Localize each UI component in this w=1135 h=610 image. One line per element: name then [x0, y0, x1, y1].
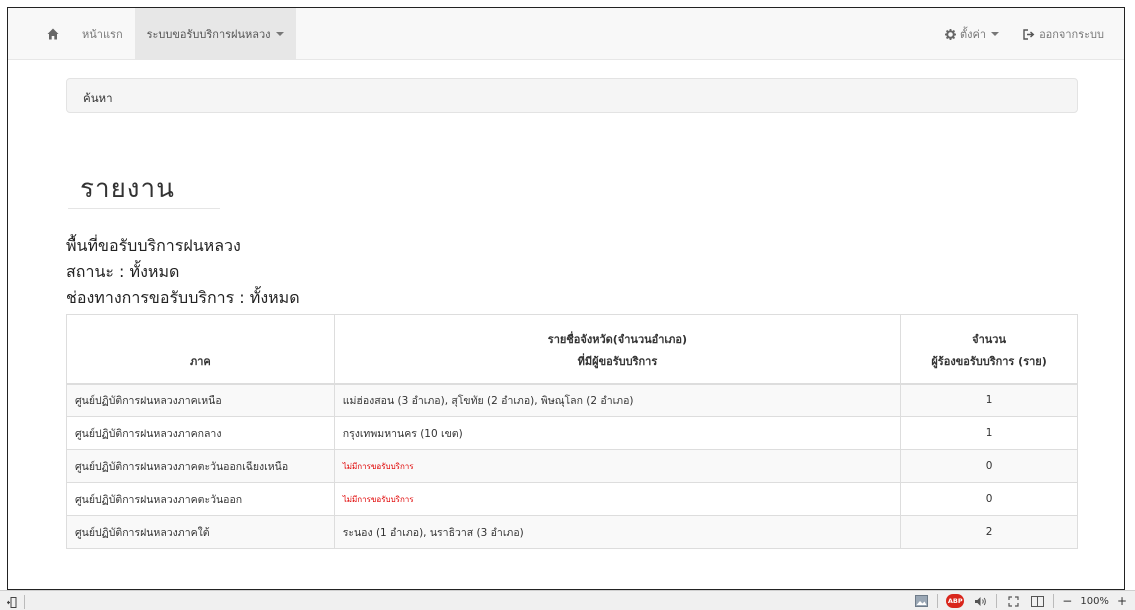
status-separator — [996, 594, 998, 608]
report-table: ภาค รายชื่อจังหวัด(จำนวนอำเภอ) ที่มีผู้ข… — [66, 314, 1078, 549]
adblock-icon[interactable]: ABP — [946, 594, 965, 608]
zoom-out-button[interactable]: − — [1062, 594, 1072, 608]
header-region: ภาค — [66, 314, 335, 385]
title-divider — [68, 208, 220, 209]
zoom-level[interactable]: 100% — [1080, 596, 1109, 607]
fullscreen-icon[interactable] — [1005, 593, 1021, 609]
cell-region: ศูนย์ปฏิบัติการฝนหลวงภาคตะวันออก — [66, 482, 335, 516]
zoom-in-button[interactable]: + — [1117, 594, 1127, 608]
logout-label: ออกจากระบบ — [1039, 28, 1104, 41]
table-row: ศูนย์ปฏิบัติการฝนหลวงภาคกลาง กรุงเทพมหาน… — [66, 416, 1078, 450]
page-title: รายงาน — [80, 174, 175, 204]
table-body: ศูนย์ปฏิบัติการฝนหลวงภาคเหนือ แม่ฮ่องสอน… — [66, 383, 1078, 549]
logout-icon — [1023, 28, 1035, 40]
report-area-label: พื้นที่ขอรับบริการฝนหลวง — [66, 236, 241, 255]
navbar-right: ตั้งค่า ออกจากระบบ — [933, 8, 1124, 60]
no-service-text: ไม่มีการขอรับบริการ — [342, 461, 414, 471]
status-right: ABP − 100% + — [913, 593, 1127, 609]
search-panel-toggle[interactable]: ค้นหา — [66, 78, 1078, 113]
search-label: ค้นหา — [83, 91, 113, 105]
header-provinces-line2: ที่มีผู้ขอรับบริการ — [577, 354, 658, 368]
chevron-down-icon — [991, 32, 1000, 36]
table-row: ศูนย์ปฏิบัติการฝนหลวงภาคเหนือ แม่ฮ่องสอน… — [66, 383, 1078, 417]
status-separator — [24, 595, 25, 609]
status-separator — [1053, 594, 1055, 608]
menu-service-label: ระบบขอรับบริการฝนหลวง — [146, 28, 271, 41]
menu-home-label: หน้าแรก — [82, 28, 123, 41]
browser-status-bar: ABP − 100% + — [0, 590, 1135, 610]
top-navbar: หน้าแรก ระบบขอรับบริการฝนหลวง ตั้งค่า ออ… — [8, 8, 1124, 60]
table-row: ศูนย์ปฏิบัติการฝนหลวงภาคใต้ ระนอง (1 อำเ… — [66, 515, 1078, 549]
table-header-row: ภาค รายชื่อจังหวัด(จำนวนอำเภอ) ที่มีผู้ข… — [66, 314, 1078, 385]
header-provinces-line1: รายชื่อจังหวัด(จำนวนอำเภอ) — [547, 332, 688, 346]
cell-provinces: แม่ฮ่องสอน (3 อำเภอ), สุโขทัย (2 อำเภอ),… — [333, 383, 902, 417]
cell-count: 2 — [900, 515, 1078, 549]
cell-count: 0 — [900, 482, 1078, 516]
cell-provinces: ไม่มีการขอรับบริการ — [333, 449, 902, 483]
sound-icon[interactable] — [972, 593, 988, 609]
cell-region: ศูนย์ปฏิบัติการฝนหลวงภาคตะวันออกเฉียงเหน… — [66, 449, 335, 483]
cell-region: ศูนย์ปฏิบัติการฝนหลวงภาคเหนือ — [66, 383, 335, 417]
status-left — [4, 594, 25, 610]
cell-provinces: ไม่มีการขอรับบริการ — [333, 482, 902, 516]
table-row: ศูนย์ปฏิบัติการฝนหลวงภาคตะวันออกเฉียงเหน… — [66, 449, 1078, 483]
gear-icon — [945, 28, 956, 40]
browser-viewport: หน้าแรก ระบบขอรับบริการฝนหลวง ตั้งค่า ออ… — [7, 7, 1125, 590]
header-count-line2: ผู้ร้องขอรับบริการ (ราย) — [931, 354, 1047, 368]
report-channel-label: ช่องทางการขอรับบริการ : ทั้งหมด — [66, 288, 300, 307]
table-row: ศูนย์ปฏิบัติการฝนหลวงภาคตะวันออก ไม่มีกา… — [66, 482, 1078, 516]
report-status-label: สถานะ : ทั้งหมด — [66, 262, 180, 281]
logout-link[interactable]: ออกจากระบบ — [1011, 8, 1116, 60]
home-icon[interactable] — [36, 8, 70, 60]
navbar-left: หน้าแรก ระบบขอรับบริการฝนหลวง — [8, 8, 296, 60]
cell-count: 1 — [900, 416, 1078, 450]
page-layout-icon[interactable] — [1029, 593, 1045, 609]
image-toggle-icon[interactable] — [913, 593, 929, 609]
table-header: ภาค รายชื่อจังหวัด(จำนวนอำเภอ) ที่มีผู้ข… — [66, 314, 1078, 385]
header-provinces: รายชื่อจังหวัด(จำนวนอำเภอ) ที่มีผู้ขอรับ… — [333, 314, 902, 385]
menu-home-link[interactable]: หน้าแรก — [70, 8, 135, 60]
cell-region: ศูนย์ปฏิบัติการฝนหลวงภาคกลาง — [66, 416, 335, 450]
status-separator — [937, 594, 939, 608]
header-region-label: ภาค — [189, 354, 211, 368]
menu-service-dropdown[interactable]: ระบบขอรับบริการฝนหลวง — [134, 8, 296, 60]
no-service-text: ไม่มีการขอรับบริการ — [342, 494, 414, 504]
cell-provinces: กรุงเทพมหานคร (10 เขต) — [333, 416, 902, 450]
header-count: จำนวน ผู้ร้องขอรับบริการ (ราย) — [900, 314, 1078, 385]
settings-dropdown[interactable]: ตั้งค่า — [933, 8, 1011, 60]
cell-region: ศูนย์ปฏิบัติการฝนหลวงภาคใต้ — [66, 515, 335, 549]
header-count-line1: จำนวน — [972, 332, 1006, 346]
cell-count: 0 — [900, 449, 1078, 483]
cell-provinces: ระนอง (1 อำเภอ), นราธิวาส (3 อำเภอ) — [333, 515, 902, 549]
cell-count: 1 — [900, 383, 1078, 417]
panel-toggle-icon[interactable] — [4, 594, 20, 610]
settings-label: ตั้งค่า — [960, 28, 987, 41]
chevron-down-icon — [275, 32, 284, 36]
